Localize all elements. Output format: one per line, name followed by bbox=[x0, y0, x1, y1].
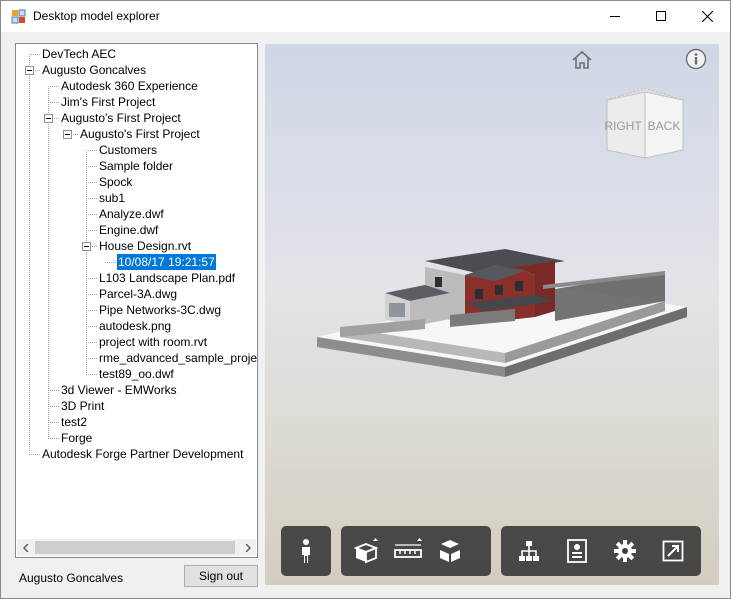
explode-icon bbox=[440, 540, 460, 562]
minimize-icon bbox=[610, 16, 620, 17]
sign-out-button[interactable]: Sign out bbox=[184, 565, 258, 587]
3d-viewer[interactable]: RIGHT BACK bbox=[265, 44, 719, 585]
tree-node[interactable]: Spock bbox=[98, 174, 133, 190]
tree-node[interactable]: Autodesk Forge Partner Development bbox=[41, 446, 244, 462]
scroll-left-button[interactable] bbox=[17, 539, 34, 556]
maximize-button[interactable] bbox=[638, 1, 684, 31]
navigation-toolbar bbox=[281, 526, 331, 576]
tree-node[interactable]: project with room.rvt bbox=[98, 334, 208, 350]
tree-node[interactable]: autodesk.png bbox=[98, 318, 172, 334]
tree-node[interactable]: DevTech AEC bbox=[41, 46, 117, 62]
collapse-toggle[interactable] bbox=[82, 242, 91, 251]
app-window: Desktop model explorer DevTech AEC August… bbox=[0, 0, 731, 599]
collapse-toggle[interactable] bbox=[44, 114, 53, 123]
maximize-icon bbox=[656, 11, 666, 21]
tree-node[interactable]: test89_oo.dwf bbox=[98, 366, 175, 382]
close-icon bbox=[701, 10, 713, 22]
info-button[interactable] bbox=[685, 48, 707, 70]
tree-node[interactable]: Parcel-3A.dwg bbox=[98, 286, 178, 302]
tree-node[interactable]: House Design.rvt bbox=[98, 238, 192, 254]
measure-button[interactable] bbox=[387, 526, 429, 576]
measure-icon bbox=[394, 538, 422, 558]
tree-node[interactable]: test2 bbox=[60, 414, 88, 430]
settings-toolbar bbox=[501, 526, 701, 576]
viewcube[interactable]: RIGHT BACK bbox=[601, 87, 687, 164]
tree-node[interactable]: Sample folder bbox=[98, 158, 174, 174]
model-browser-button[interactable] bbox=[505, 526, 553, 576]
scroll-thumb[interactable] bbox=[35, 541, 235, 554]
tree-node[interactable]: Augusto's First Project bbox=[60, 110, 182, 126]
settings-button[interactable] bbox=[601, 526, 649, 576]
tree-node[interactable]: 3D Print bbox=[60, 398, 105, 414]
scroll-right-icon bbox=[244, 543, 251, 552]
close-button[interactable] bbox=[684, 1, 730, 31]
model-browser-icon bbox=[519, 541, 539, 561]
fullscreen-icon bbox=[662, 540, 684, 562]
fullscreen-button[interactable] bbox=[649, 526, 697, 576]
section-icon bbox=[353, 538, 379, 564]
tree-node[interactable]: rme_advanced_sample_project.rv bbox=[98, 350, 257, 366]
collapse-toggle[interactable] bbox=[63, 130, 72, 139]
horizontal-scrollbar[interactable] bbox=[17, 539, 256, 556]
first-person-button[interactable] bbox=[285, 526, 327, 576]
tree-node[interactable]: Customers bbox=[98, 142, 158, 158]
tree-node[interactable]: Pipe Networks-3C.dwg bbox=[98, 302, 222, 318]
tree-node[interactable]: 3d Viewer - EMWorks bbox=[60, 382, 178, 398]
info-icon bbox=[685, 48, 707, 70]
first-person-icon bbox=[302, 539, 310, 563]
house-model[interactable] bbox=[315, 249, 695, 389]
tree-node[interactable]: Forge bbox=[60, 430, 93, 446]
tree-node[interactable]: Analyze.dwf bbox=[98, 206, 165, 222]
tree-node[interactable]: L103 Landscape Plan.pdf bbox=[98, 270, 236, 286]
viewcube-right-face[interactable]: RIGHT bbox=[604, 119, 642, 133]
minimize-button[interactable] bbox=[592, 1, 638, 31]
model-tree[interactable]: DevTech AEC Augusto Goncalves Autodesk 360… bbox=[15, 43, 258, 558]
scroll-left-icon bbox=[22, 543, 29, 552]
collapse-toggle[interactable] bbox=[25, 66, 34, 75]
properties-icon bbox=[567, 539, 587, 563]
app-icon bbox=[11, 9, 27, 25]
tree-node-selected[interactable]: 10/08/17 19:21:57 bbox=[117, 254, 216, 270]
explode-button[interactable] bbox=[429, 526, 471, 576]
tree-node[interactable]: Jim's First Project bbox=[60, 94, 156, 110]
tree-node[interactable]: Engine.dwf bbox=[98, 222, 159, 238]
signed-in-user: Augusto Goncalves bbox=[19, 571, 124, 585]
settings-icon bbox=[614, 540, 636, 562]
properties-button[interactable] bbox=[553, 526, 601, 576]
tree-node[interactable]: Augusto Goncalves bbox=[41, 62, 147, 78]
home-icon bbox=[572, 50, 592, 69]
tree-node[interactable]: Augusto's First Project bbox=[79, 126, 201, 142]
section-button[interactable] bbox=[345, 526, 387, 576]
viewcube-back-face[interactable]: BACK bbox=[648, 119, 681, 133]
modeling-toolbar bbox=[341, 526, 491, 576]
tree-node[interactable]: sub1 bbox=[98, 190, 126, 206]
window-title: Desktop model explorer bbox=[33, 9, 160, 23]
title-bar[interactable]: Desktop model explorer bbox=[1, 1, 730, 32]
tree-node[interactable]: Autodesk 360 Experience bbox=[60, 78, 199, 94]
scroll-right-button[interactable] bbox=[239, 539, 256, 556]
home-button[interactable] bbox=[571, 50, 593, 70]
